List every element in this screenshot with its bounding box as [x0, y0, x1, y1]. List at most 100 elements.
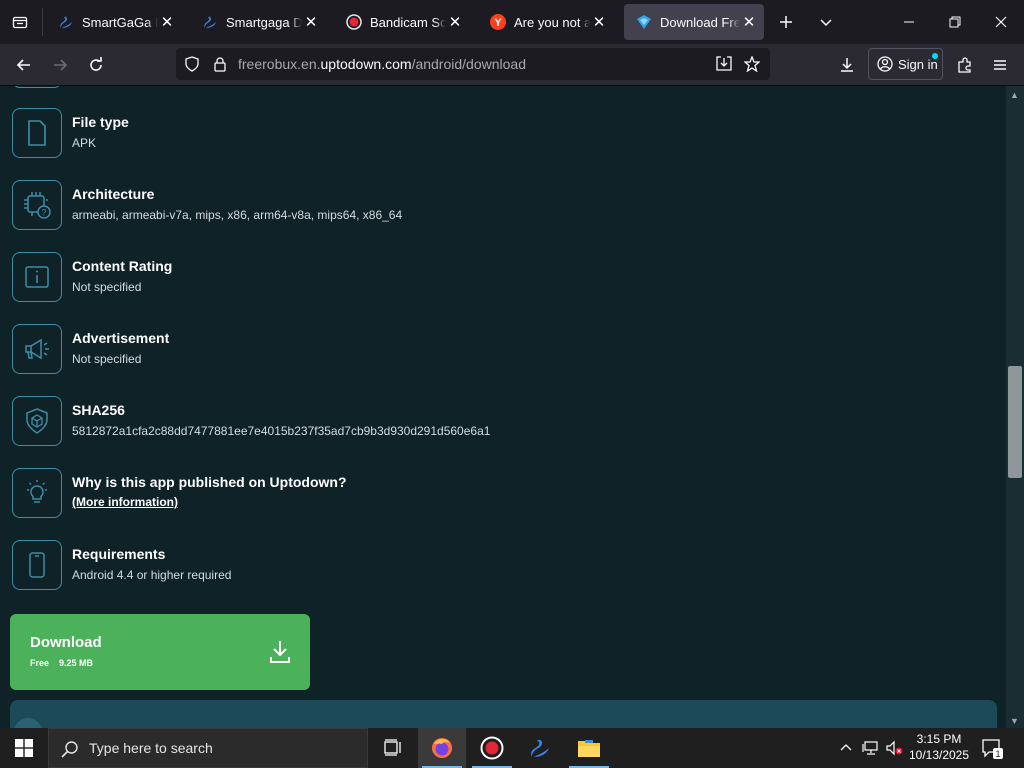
bandicam-record-icon	[346, 14, 362, 30]
detail-value: Not specified	[72, 352, 142, 366]
navigation-toolbar: freerobux.en.uptodown.com/android/downlo…	[0, 44, 1024, 86]
close-icon[interactable]: ✕	[446, 13, 464, 31]
network-icon[interactable]	[860, 728, 882, 768]
extensions-icon[interactable]	[950, 50, 980, 80]
sign-in-label: Sign in	[898, 56, 938, 72]
tab-yandex[interactable]: Y Are you not a ro ✕	[478, 4, 614, 40]
tab-title: Bandicam Screen	[370, 14, 446, 30]
detail-label: Requirements	[72, 546, 166, 562]
volume-muted-icon[interactable]	[884, 728, 904, 768]
megaphone-icon	[12, 324, 62, 374]
taskbar-file-explorer[interactable]	[565, 728, 613, 768]
detail-label: Advertisement	[72, 330, 170, 346]
tab-title: Smartgaga Dow	[226, 14, 302, 30]
bookmark-star-icon[interactable]	[743, 55, 761, 77]
detail-label: Why is this app published on Uptodown?	[72, 474, 347, 490]
task-view-icon[interactable]	[368, 728, 416, 768]
taskbar-smartgaga[interactable]	[516, 728, 564, 768]
action-center-icon[interactable]: 1	[980, 736, 1004, 760]
search-icon	[61, 740, 79, 763]
detail-row-file-type: File type APK	[12, 108, 912, 162]
taskbar-firefox[interactable]	[418, 728, 466, 768]
url-text[interactable]: freerobux.en.uptodown.com/android/downlo…	[238, 56, 526, 72]
tab-smartgaga-1[interactable]: SmartGaGa Dow ✕	[46, 4, 182, 40]
taskbar-search-box[interactable]: Type here to search	[48, 728, 368, 768]
system-clock[interactable]: 3:15 PM 10/13/2025	[904, 731, 974, 763]
detail-row-requirements: Requirements Android 4.4 or higher requi…	[12, 540, 912, 594]
detail-label: Content Rating	[72, 258, 173, 274]
download-icon	[268, 639, 292, 665]
phone-icon	[12, 540, 62, 590]
tab-separator	[42, 8, 43, 36]
account-icon	[877, 56, 893, 72]
detail-value: Android 4.4 or higher required	[72, 568, 232, 582]
detail-label: SHA256	[72, 402, 125, 418]
tab-title: Are you not a ro	[514, 14, 590, 30]
detail-label: File type	[72, 114, 129, 130]
save-to-pocket-icon[interactable]	[716, 56, 732, 77]
tab-strip: SmartGaGa Dow ✕ Smartgaga Dow ✕ Bandicam…	[0, 0, 1024, 44]
reload-icon[interactable]	[81, 50, 111, 80]
svg-text:?: ?	[41, 208, 46, 218]
minimize-icon[interactable]	[886, 0, 932, 44]
detail-value: Not specified	[72, 280, 142, 294]
menu-icon[interactable]	[985, 50, 1015, 80]
close-icon[interactable]: ✕	[302, 13, 320, 31]
firefox-icon	[432, 738, 452, 758]
sign-in-button[interactable]: Sign in	[868, 48, 943, 80]
chip-icon: ?	[12, 180, 62, 230]
show-hidden-icons-chevron-icon[interactable]	[836, 728, 856, 768]
more-information-link[interactable]: (More information)	[72, 495, 178, 509]
close-icon[interactable]: ✕	[158, 13, 176, 31]
windows-start-icon[interactable]	[0, 728, 48, 768]
scroll-down-arrow-icon[interactable]: ▼	[1010, 716, 1019, 726]
restore-icon[interactable]	[932, 0, 978, 44]
scroll-up-arrow-icon[interactable]: ▲	[1010, 90, 1019, 100]
url-path: /android/download	[411, 56, 526, 72]
svg-text:Y: Y	[494, 17, 502, 29]
search-placeholder: Type here to search	[89, 740, 213, 756]
detail-row-why-published: Why is this app published on Uptodown? (…	[12, 468, 912, 522]
tab-title: Download FreeR	[660, 14, 740, 30]
address-bar[interactable]: freerobux.en.uptodown.com/android/downlo…	[176, 48, 770, 80]
lock-icon[interactable]	[212, 56, 228, 77]
close-icon[interactable]: ✕	[740, 13, 758, 31]
shield-icon	[12, 396, 62, 446]
url-host: uptodown.com	[320, 56, 412, 72]
download-button[interactable]: Download Free 9.25 MB	[10, 614, 310, 690]
new-tab-icon[interactable]	[774, 10, 798, 34]
vertical-scrollbar[interactable]: ▲ ▼	[1006, 86, 1024, 728]
previous-item-icon-box	[12, 86, 62, 88]
close-window-icon[interactable]	[978, 0, 1024, 44]
bottom-card	[10, 700, 997, 728]
tab-smartgaga-2[interactable]: Smartgaga Dow ✕	[190, 4, 326, 40]
detail-row-content-rating: Content Rating Not specified	[12, 252, 912, 306]
yandex-y-icon: Y	[490, 14, 506, 30]
smartgaga-swan-icon	[58, 14, 74, 30]
forward-icon[interactable]	[45, 50, 75, 80]
detail-row-architecture: ? Architecture armeabi, armeabi-v7a, mip…	[12, 180, 912, 234]
tab-bandicam[interactable]: Bandicam Screen ✕	[334, 4, 470, 40]
file-icon	[12, 108, 62, 158]
tracking-shield-icon[interactable]	[184, 56, 200, 77]
download-label: Download	[30, 634, 102, 651]
download-price: Free	[30, 658, 50, 668]
download-size: 9.25 MB	[59, 658, 94, 668]
tab-uptodown[interactable]: Download FreeR ✕	[624, 4, 764, 40]
downloads-icon[interactable]	[832, 50, 862, 80]
card-avatar	[14, 718, 42, 728]
all-tabs-icon[interactable]	[8, 10, 32, 34]
page-content: File type APK ? Architecture armeabi, ar…	[0, 86, 1006, 728]
scrollbar-thumb[interactable]	[1008, 366, 1022, 478]
back-icon[interactable]	[9, 50, 39, 80]
close-icon[interactable]: ✕	[590, 13, 608, 31]
info-icon	[12, 252, 62, 302]
folder-icon	[578, 740, 600, 757]
detail-row-advertisement: Advertisement Not specified	[12, 324, 912, 378]
url-prefix: freerobux.en.	[238, 56, 321, 72]
uptodown-arrow-icon	[636, 14, 652, 30]
taskbar-bandicam[interactable]	[468, 728, 516, 768]
smartgaga-swan-icon	[531, 739, 549, 757]
clock-date: 10/13/2025	[908, 748, 970, 762]
chevron-down-icon[interactable]	[814, 10, 838, 34]
